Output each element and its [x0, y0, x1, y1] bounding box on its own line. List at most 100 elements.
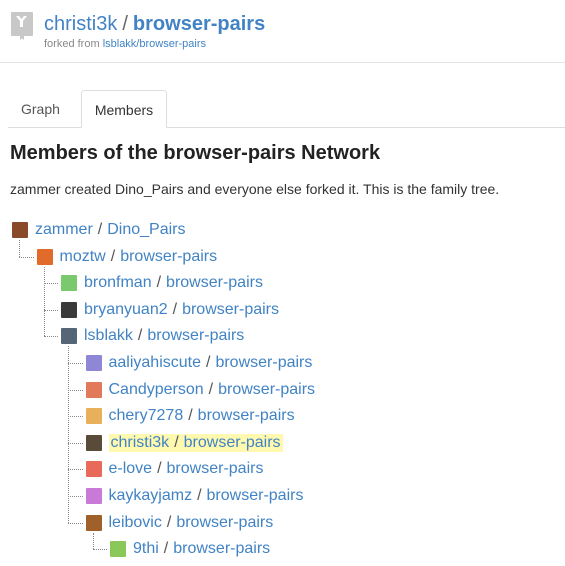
tree-trunk	[43, 266, 45, 337]
fox-avatar-icon[interactable]	[36, 248, 53, 265]
tree-member: Candyperson / browser-pairs	[85, 380, 316, 400]
member-fork-label: moztw / browser-pairs	[60, 248, 218, 266]
member-user-link[interactable]: chery7278	[109, 407, 184, 424]
member-separator: /	[188, 407, 193, 425]
member-user-link[interactable]: leibovic	[109, 514, 162, 531]
photo-avatar-icon[interactable]	[85, 514, 102, 531]
member-repo-link[interactable]: browser-pairs	[120, 248, 217, 265]
identicon-avatar-icon[interactable]	[61, 275, 77, 292]
identicon-avatar-icon[interactable]	[85, 381, 102, 398]
member-fork-label: 9thi / browser-pairs	[133, 540, 270, 558]
tree-connector	[68, 389, 83, 391]
tree-connector	[43, 309, 58, 311]
member-fork-label: christi3k / browser-pairs	[108, 433, 283, 452]
photo-avatar-icon[interactable]	[85, 434, 102, 451]
member-user-link[interactable]: aaliyahiscute	[109, 354, 202, 371]
member-repo-link[interactable]: browser-pairs	[173, 540, 270, 557]
member-user-link[interactable]: Candyperson	[109, 381, 204, 398]
member-repo-link[interactable]: browser-pairs	[182, 301, 279, 318]
tree-member: leibovic / browser-pairs	[85, 513, 274, 533]
identicon-avatar-icon[interactable]	[85, 355, 102, 371]
member-fork-label: chery7278/ browser-pairs	[109, 407, 295, 425]
tree-member: kaykayjamz / browser-pairs	[85, 486, 304, 506]
tab-graph[interactable]: Graph	[8, 90, 73, 126]
identicon-avatar-icon[interactable]	[85, 488, 102, 504]
member-repo-link[interactable]: Dino_Pairs	[107, 221, 185, 238]
member-user-link[interactable]: christi3k	[111, 434, 170, 451]
tree-member: chery7278/ browser-pairs	[85, 406, 295, 426]
tree-member: moztw / browser-pairs	[36, 247, 218, 267]
tree-member: christi3k / browser-pairs	[85, 433, 283, 453]
member-repo-link[interactable]: browser-pairs	[147, 327, 244, 344]
identicon-avatar-icon[interactable]	[85, 461, 102, 478]
tab-members[interactable]: Members	[81, 90, 167, 128]
member-separator: /	[197, 487, 202, 504]
member-user-link[interactable]: bronfman	[84, 274, 152, 291]
member-repo-link[interactable]: browser-pairs	[167, 460, 264, 477]
owner-link[interactable]: christi3k	[44, 13, 117, 35]
tab-bar: Graph Members	[8, 90, 565, 128]
member-repo-link[interactable]: browser-pairs	[166, 274, 263, 291]
forked-from-label: forked from	[44, 38, 103, 50]
forked-from-link[interactable]: lsblakk/browser-pairs	[103, 38, 206, 50]
member-user-link[interactable]: 9thi	[133, 540, 159, 557]
tree-connector	[19, 256, 34, 258]
member-repo-link[interactable]: browser-pairs	[184, 434, 281, 451]
member-repo-link[interactable]: browser-pairs	[215, 354, 312, 371]
tree-member: e-love / browser-pairs	[85, 459, 264, 479]
member-separator: /	[206, 354, 211, 371]
member-repo-link[interactable]: browser-pairs	[198, 407, 295, 424]
member-fork-label: Candyperson / browser-pairs	[109, 381, 316, 399]
tree-connector	[43, 283, 58, 285]
member-separator: /	[172, 300, 178, 318]
identicon-avatar-icon[interactable]	[110, 541, 126, 558]
tree-connector	[68, 522, 83, 524]
member-separator: /	[163, 540, 169, 558]
member-fork-label: bronfman / browser-pairs	[84, 274, 263, 292]
member-separator: /	[137, 327, 143, 345]
tree-trunk	[68, 346, 69, 523]
tree-connector	[68, 469, 83, 471]
member-repo-link[interactable]: browser-pairs	[218, 381, 315, 398]
member-repo-link[interactable]: browser-pairs	[207, 487, 304, 504]
tree-connector	[92, 549, 107, 551]
member-separator: /	[166, 513, 172, 531]
tree-trunk	[92, 532, 94, 550]
page-title: Members of the browser-pairs Network	[10, 142, 381, 164]
member-separator: /	[208, 380, 214, 398]
member-fork-label: zammer / Dino_Pairs	[35, 221, 186, 239]
member-user-link[interactable]: moztw	[60, 248, 106, 265]
repo-name-link[interactable]: browser-pairs	[133, 13, 265, 35]
tree-connector	[68, 496, 83, 497]
tree-connector	[68, 363, 83, 364]
member-user-link[interactable]: e-love	[109, 460, 153, 477]
member-separator: /	[156, 274, 162, 292]
member-user-link[interactable]: bryanyuan2	[84, 301, 168, 318]
photo-avatar-icon[interactable]	[61, 301, 77, 318]
repo-fork-icon	[11, 12, 33, 40]
member-fork-label: kaykayjamz / browser-pairs	[109, 487, 304, 505]
tree-member: lsblakk / browser-pairs	[61, 326, 244, 346]
tree-trunk	[19, 240, 20, 257]
photo-avatar-icon[interactable]	[12, 222, 28, 238]
member-user-link[interactable]: zammer	[35, 221, 93, 238]
network-description: zammer created Dino_Pairs and everyone e…	[10, 181, 500, 197]
title-separator: /	[122, 13, 128, 35]
member-repo-link[interactable]: browser-pairs	[176, 514, 273, 531]
forked-from: forked from lsblakk/browser-pairs	[44, 38, 206, 50]
member-separator: /	[157, 460, 162, 478]
member-user-link[interactable]: lsblakk	[84, 327, 133, 344]
member-fork-label: aaliyahiscute / browser-pairs	[109, 354, 313, 372]
member-fork-label: leibovic / browser-pairs	[109, 514, 274, 532]
member-separator: /	[110, 247, 116, 265]
identicon-avatar-icon[interactable]	[85, 408, 102, 425]
tree-connector	[43, 336, 58, 338]
tree-member: bronfman / browser-pairs	[61, 273, 263, 293]
tree-connector	[68, 416, 83, 418]
photo-avatar-icon[interactable]	[61, 328, 77, 345]
tree-connector	[68, 442, 83, 444]
member-fork-label: e-love / browser-pairs	[109, 460, 264, 478]
member-user-link[interactable]: kaykayjamz	[109, 487, 193, 504]
member-separator: /	[174, 433, 179, 451]
repo-title: christi3k / browser-pairs	[44, 12, 265, 36]
